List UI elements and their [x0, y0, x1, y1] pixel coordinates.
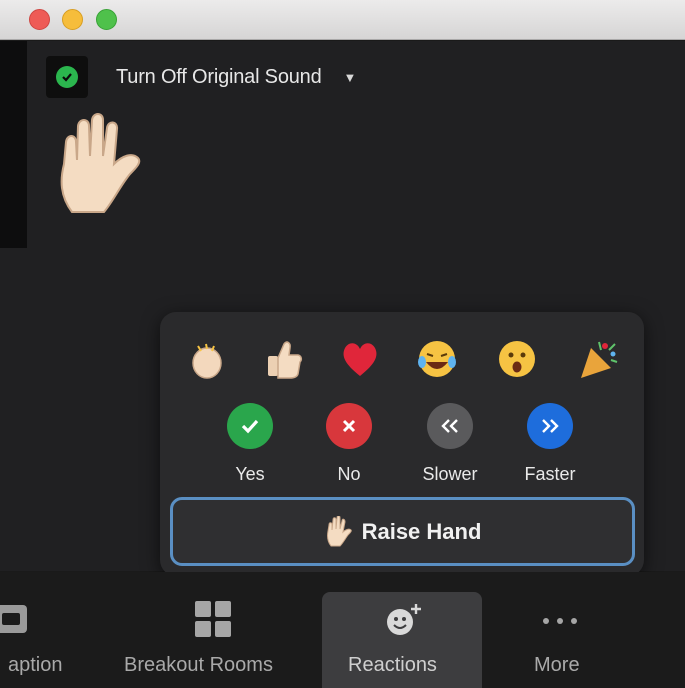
chevron-down-icon[interactable]: ▼	[344, 70, 357, 85]
caption-label: aption	[8, 654, 63, 676]
breakout-rooms-label: Breakout Rooms	[124, 654, 273, 676]
faster-label: Faster	[524, 464, 576, 484]
reactions-button[interactable]: Reactions	[322, 572, 482, 688]
shield-check-icon	[46, 56, 88, 98]
raised-hand-icon	[60, 113, 141, 213]
x-icon	[342, 419, 356, 433]
breakout-rooms-icon	[195, 601, 231, 637]
slower-label: Slower	[422, 464, 478, 484]
clapping-hands-icon[interactable]	[180, 334, 234, 384]
close-window-button[interactable]	[29, 9, 50, 30]
raised-hand-icon	[326, 515, 352, 546]
window-title-bar	[0, 0, 685, 40]
slower-button[interactable]	[427, 403, 473, 449]
open-mouth-icon[interactable]	[490, 334, 544, 384]
faster-button[interactable]	[527, 403, 573, 449]
minimize-window-button[interactable]	[62, 9, 83, 30]
yes-button[interactable]	[227, 403, 273, 449]
original-sound-label[interactable]: Turn Off Original Sound	[116, 66, 322, 89]
check-icon	[241, 419, 259, 434]
video-edge	[0, 41, 27, 248]
zoom-window-button[interactable]	[96, 9, 117, 30]
faster-icon	[542, 419, 559, 433]
breakout-rooms-button[interactable]: Breakout Rooms	[120, 572, 310, 688]
heart-icon[interactable]	[333, 334, 387, 384]
yes-label: Yes	[235, 464, 265, 484]
party-popper-icon[interactable]	[571, 334, 625, 384]
caption-icon	[0, 605, 27, 633]
more-icon	[543, 618, 577, 624]
reactions-icon	[387, 604, 421, 635]
caption-button[interactable]: aption	[0, 572, 100, 688]
raise-hand-label[interactable]: Raise Hand	[362, 519, 482, 545]
reactions-label: Reactions	[348, 654, 437, 676]
slower-icon	[441, 419, 458, 433]
no-button[interactable]	[326, 403, 372, 449]
no-label: No	[337, 464, 361, 484]
more-label: More	[534, 654, 580, 676]
thumbs-up-icon[interactable]	[256, 334, 310, 384]
more-button[interactable]: More	[500, 572, 620, 688]
original-sound-control[interactable]: Turn Off Original Sound ▼	[46, 56, 356, 98]
raise-hand-button[interactable]: Raise Hand	[170, 497, 635, 566]
tears-of-joy-icon[interactable]	[410, 334, 464, 384]
